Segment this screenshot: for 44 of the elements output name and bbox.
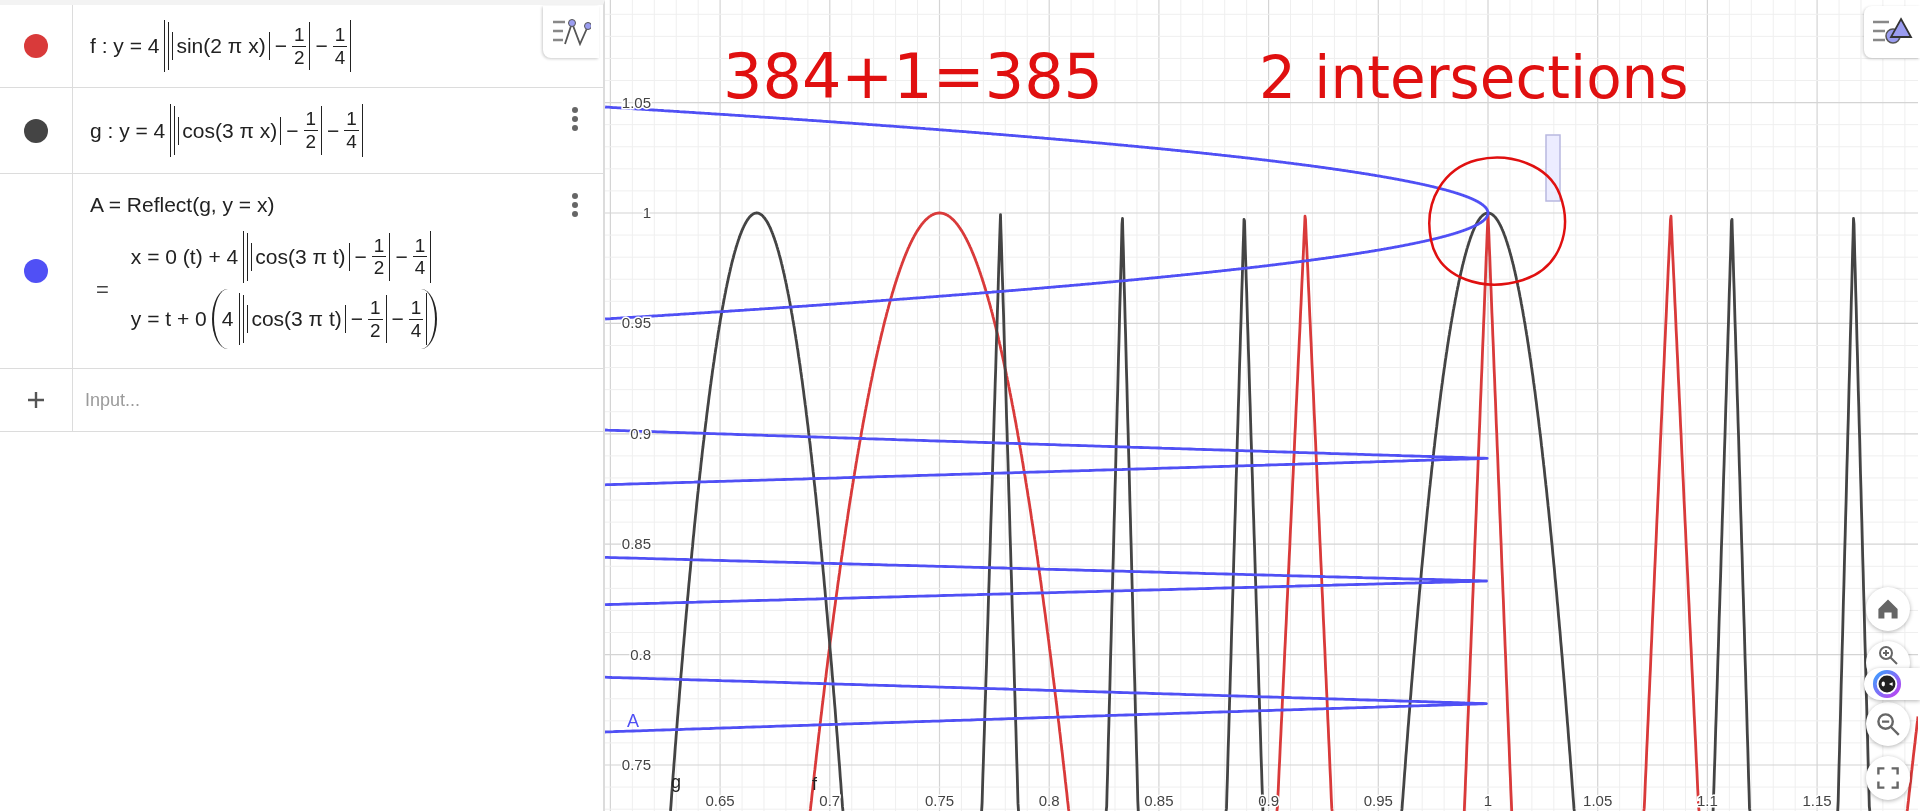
axis-label: 0.95	[1363, 792, 1393, 809]
visibility-dot[interactable]	[24, 118, 48, 143]
zoom-out-button[interactable]	[1866, 702, 1910, 746]
curve-label: f	[812, 774, 817, 794]
equals-sign: =	[95, 277, 109, 303]
face-icon	[1872, 669, 1902, 699]
assistant-tooltip[interactable]	[1864, 668, 1920, 700]
algebra-toggle-button[interactable]	[543, 6, 599, 58]
axis-label: 1.05	[1583, 792, 1613, 809]
axis-label: 0.95	[621, 314, 651, 332]
zoom-in-icon	[1878, 645, 1898, 665]
more-icon	[571, 192, 579, 218]
home-button[interactable]	[1866, 587, 1910, 631]
curve-label: A	[627, 711, 639, 731]
axis-label: 0.85	[621, 535, 651, 553]
axis-label: 1	[1483, 792, 1493, 809]
axis-label: 1.05	[621, 93, 651, 111]
more-button[interactable]	[571, 192, 579, 218]
axis-label: 0.8	[1038, 792, 1060, 809]
fullscreen-button[interactable]	[1866, 756, 1910, 800]
formula: A = Reflect(g, y = x)	[90, 192, 276, 217]
axis-label: 1.15	[1802, 792, 1832, 809]
handwritten-note: 2 intersections	[1259, 44, 1689, 112]
axis-label: 0.75	[924, 792, 955, 809]
more-button[interactable]	[571, 106, 579, 132]
home-icon	[1876, 597, 1900, 621]
axis-label: 0.65	[705, 792, 735, 809]
shapes-icon	[1871, 17, 1913, 47]
style-bar-button[interactable]	[1864, 6, 1920, 58]
plus-icon[interactable]	[26, 390, 46, 410]
axis-label: 0.8	[630, 645, 651, 663]
axis-label: 0.75	[621, 756, 651, 773]
axis-label: 0.7	[819, 792, 841, 809]
visibility-dot[interactable]	[24, 34, 48, 58]
fullscreen-icon	[1876, 766, 1900, 790]
axis-label: 1	[642, 204, 651, 221]
visibility-dot[interactable]	[24, 259, 48, 283]
handwritten-note: 384+1=385	[723, 40, 1104, 113]
selection-rectangle	[1545, 134, 1561, 202]
input-field[interactable]: Input...	[73, 369, 603, 431]
axis-label: 0.85	[1144, 792, 1174, 809]
more-icon	[571, 106, 579, 132]
graph-icon	[551, 18, 591, 46]
zoom-out-icon	[1876, 712, 1900, 736]
